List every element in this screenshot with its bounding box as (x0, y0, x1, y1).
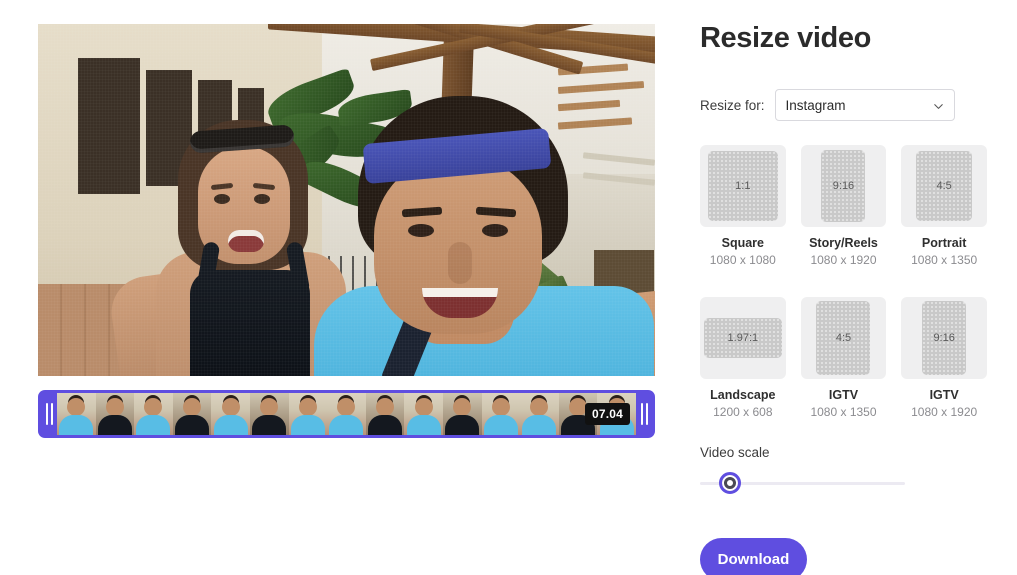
preset-dimensions: 1200 x 608 (713, 405, 773, 419)
resize-for-label: Resize for: (700, 97, 765, 113)
preset-card-igtv-9-16[interactable]: 9:16 IGTV 1080 x 1920 (901, 297, 987, 419)
filmstrip-frame (404, 393, 443, 435)
page-title: Resize video (700, 22, 871, 54)
filmstrip-frame (365, 393, 405, 435)
chevron-down-icon (933, 104, 943, 109)
preset-card-landscape[interactable]: 1.97:1 Landscape 1200 x 608 (700, 297, 786, 419)
preset-card-igtv-4-5[interactable]: 4:5 IGTV 1080 x 1350 (800, 297, 887, 419)
filmstrip-frame (172, 393, 212, 435)
preset-ratio-label: 9:16 (922, 301, 967, 375)
filmstrip-frame (249, 393, 289, 435)
platform-select-value: Instagram (785, 97, 846, 113)
preset-card-story-reels[interactable]: 9:16 Story/Reels 1080 x 1920 (800, 145, 887, 267)
preset-ratio-label: 1.97:1 (703, 318, 782, 358)
preset-thumb: 4:5 (901, 145, 987, 227)
preset-name: IGTV (929, 388, 959, 402)
preset-name: Portrait (921, 236, 967, 250)
filmstrip-frame (95, 393, 135, 435)
preset-card-portrait[interactable]: 4:5 Portrait 1080 x 1350 (901, 145, 987, 267)
video-preview[interactable] (38, 24, 655, 376)
preset-dimensions: 1080 x 1350 (911, 253, 978, 267)
filmstrip[interactable]: 07.04 (57, 393, 636, 435)
video-frame-image (38, 24, 655, 376)
preset-ratio-label: 9:16 (821, 150, 866, 222)
filmstrip-frame (288, 393, 328, 435)
resize-video-app: 07.04 Resize video Resize for: Instagram… (0, 0, 1017, 575)
preset-thumb: 1.97:1 (700, 297, 786, 379)
grid-spacer (901, 273, 987, 291)
download-button[interactable]: Download (700, 538, 807, 575)
preset-thumb: 4:5 (800, 297, 887, 379)
preset-dimensions: 1080 x 1350 (810, 405, 877, 419)
preset-dimensions: 1080 x 1080 (709, 253, 776, 267)
preset-dimensions: 1080 x 1920 (810, 253, 877, 267)
platform-select[interactable]: Instagram (774, 89, 955, 121)
filmstrip-frame (520, 393, 559, 435)
filmstrip-frame (481, 393, 521, 435)
preset-name: Landscape (710, 388, 776, 402)
resize-for-row: Resize for: Instagram (700, 89, 987, 121)
trim-handle-left-icon[interactable] (41, 393, 57, 435)
preset-ratio-label: 4:5 (916, 151, 973, 221)
timeline-duration-badge: 07.04 (584, 403, 630, 425)
preset-name: IGTV (828, 388, 859, 402)
preset-grid: 1:1 Square 1080 x 1080 9:16 Story/Reels … (700, 145, 987, 419)
video-scale-label: Video scale (700, 445, 770, 460)
grid-spacer (801, 273, 887, 291)
preset-ratio-label: 4:5 (816, 301, 871, 375)
filmstrip-frame (211, 393, 250, 435)
video-scale-slider[interactable] (700, 472, 905, 494)
resize-settings-panel: Resize video Resize for: Instagram 1:1 S… (690, 0, 1017, 575)
preset-name: Square (721, 236, 765, 250)
trim-handle-right-icon[interactable] (636, 393, 652, 435)
preset-thumb: 9:16 (901, 297, 987, 379)
editor-pane: 07.04 (0, 0, 690, 575)
filmstrip-frame (134, 393, 173, 435)
filmstrip-frame (57, 393, 96, 435)
grid-spacer (700, 273, 786, 291)
preset-card-square[interactable]: 1:1 Square 1080 x 1080 (700, 145, 786, 267)
preset-thumb: 9:16 (800, 145, 887, 227)
preset-thumb: 1:1 (700, 145, 786, 227)
preset-ratio-label: 1:1 (707, 151, 778, 221)
filmstrip-frame (442, 393, 482, 435)
preset-dimensions: 1080 x 1920 (911, 405, 978, 419)
filmstrip-frame (327, 393, 366, 435)
preset-name: Story/Reels (809, 236, 878, 250)
video-timeline[interactable]: 07.04 (38, 390, 655, 438)
slider-thumb[interactable] (719, 472, 741, 494)
